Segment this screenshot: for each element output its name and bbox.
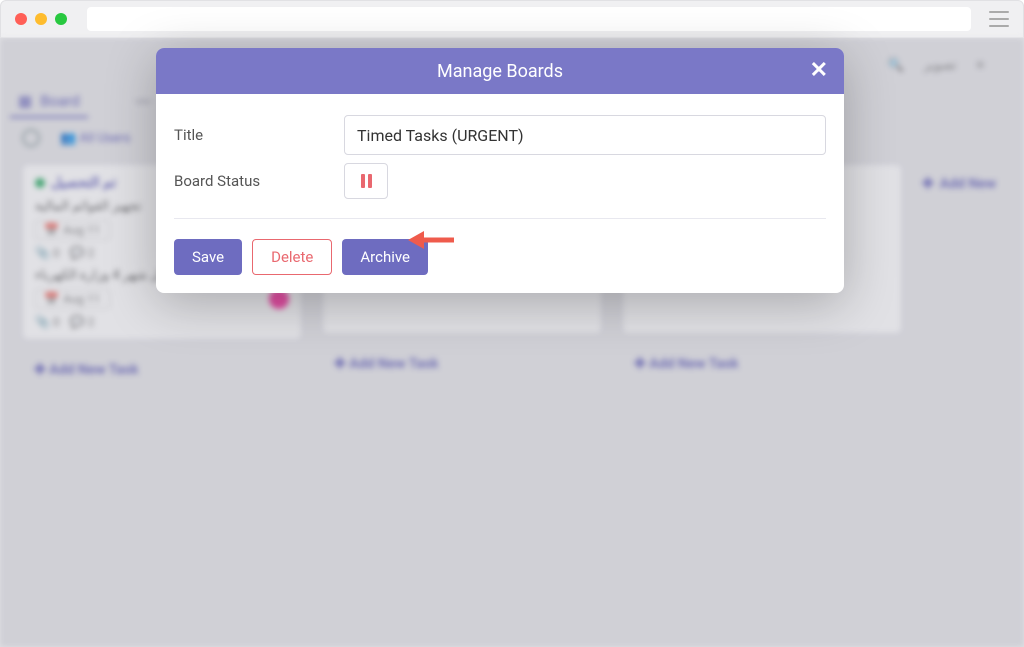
hamburger-icon[interactable]: [989, 11, 1009, 27]
pause-icon: [361, 174, 372, 188]
status-row: Board Status: [174, 158, 826, 204]
status-toggle[interactable]: [344, 163, 388, 199]
modal-header: Manage Boards ✕: [156, 48, 844, 94]
annotation-arrow-icon: [408, 228, 454, 252]
browser-chrome: [0, 0, 1024, 38]
url-bar[interactable]: [87, 7, 971, 31]
modal-title: Manage Boards: [437, 61, 563, 82]
close-icon[interactable]: ✕: [810, 58, 828, 83]
title-row: Title: [174, 112, 826, 158]
title-label: Title: [174, 126, 344, 144]
modal-body: Title Board Status: [156, 94, 844, 239]
manage-boards-modal: Manage Boards ✕ Title Board Status Save …: [156, 48, 844, 293]
maximize-window-icon[interactable]: [55, 13, 67, 25]
title-input[interactable]: [344, 115, 826, 155]
minimize-window-icon[interactable]: [35, 13, 47, 25]
delete-button[interactable]: Delete: [252, 239, 332, 275]
close-window-icon[interactable]: [15, 13, 27, 25]
window-controls: [15, 13, 67, 25]
status-label: Board Status: [174, 172, 344, 190]
modal-footer: Save Delete Archive: [156, 239, 844, 293]
save-button[interactable]: Save: [174, 239, 242, 275]
divider: [174, 218, 826, 219]
